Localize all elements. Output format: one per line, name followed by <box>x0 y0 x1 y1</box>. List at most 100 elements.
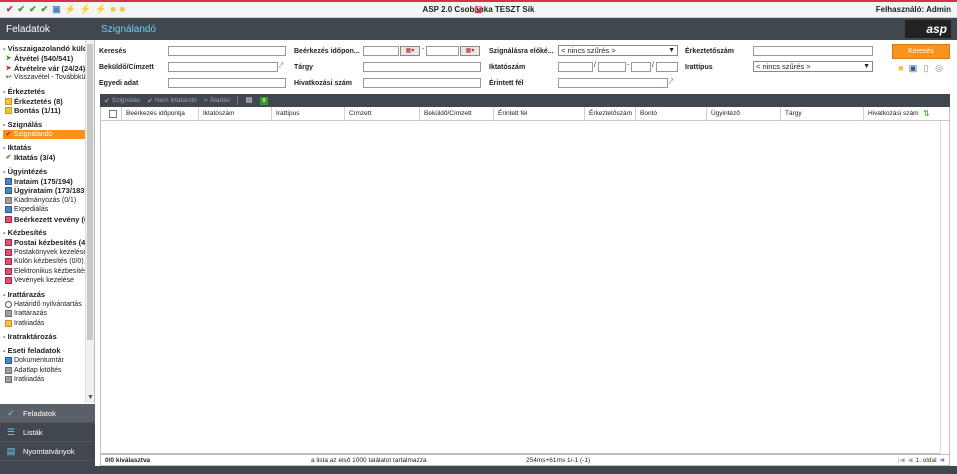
column-header[interactable]: Bontó <box>635 107 706 121</box>
sidebar-group-title[interactable]: - Eseti feladatok <box>3 345 86 356</box>
column-header[interactable]: Érintett fél <box>493 107 584 121</box>
sidebar-item[interactable]: ✔ Iktatás (3/4) <box>3 153 86 163</box>
bekuldo-input[interactable] <box>168 62 278 72</box>
document-icon[interactable]: ▤ <box>245 97 253 105</box>
date-to-input[interactable] <box>426 46 459 56</box>
sidebar-group-title[interactable]: - Iktatás <box>3 142 86 153</box>
sidebar-item[interactable]: Határidő nyilvántartás <box>3 300 86 310</box>
sidebar-group-title[interactable]: - Irattárazás <box>3 289 86 300</box>
bolt-red-icon[interactable]: ⚡ <box>95 5 106 14</box>
sidebar-item-label: Postai kézbesítés (4/4) <box>14 238 86 247</box>
hivatkozasi-input[interactable] <box>363 78 481 88</box>
search-button[interactable]: Keresés <box>892 44 950 59</box>
sidebar-item[interactable]: Érkeztetés (8) <box>3 97 86 107</box>
sidebar-group-title[interactable]: - Visszaigazolandó küldemények <box>3 43 86 54</box>
sidebar-group-title[interactable]: - Érkeztetés <box>3 86 86 97</box>
szignalas-button[interactable]: ✔ Szignálás <box>104 97 140 105</box>
folder-icon[interactable]: ■ <box>110 5 115 14</box>
iktato-part1-input[interactable] <box>558 62 593 72</box>
sidebar-item[interactable]: Postakönyvek kezelése <box>3 248 86 258</box>
scroll-down-icon[interactable]: ▼ <box>87 394 94 401</box>
sidebar-title: Feladatok <box>6 23 50 35</box>
clear-icon[interactable]: ◎ <box>934 63 944 74</box>
picker-icon[interactable]: ⤤ <box>669 77 674 87</box>
next-page-icon[interactable]: ➜ <box>940 456 945 464</box>
sidebar-item[interactable]: Ügyirataim (173/183) <box>3 186 86 196</box>
kereses-input[interactable] <box>168 46 286 56</box>
egyedi-input[interactable] <box>168 78 286 88</box>
erkezteto-input[interactable] <box>753 46 873 56</box>
sidebar-item[interactable]: ✔ Szignálandó <box>3 129 86 139</box>
irattipus-select[interactable]: < nincs szűrés > ▼ <box>753 61 873 72</box>
sidebar-group-title[interactable]: - Ügyintézés <box>3 166 86 177</box>
sidebar-item-label: Irataim (175/194) <box>14 176 73 186</box>
column-header[interactable]: Címzett <box>344 107 419 121</box>
atadas-button[interactable]: » Átadás <box>204 97 230 104</box>
szignalasra-select[interactable]: < nincs szűrés > ▼ <box>558 45 678 56</box>
column-header[interactable]: Tárgy <box>780 107 863 121</box>
document-icon[interactable]: ▣ <box>52 5 61 14</box>
scrollbar-thumb[interactable] <box>87 44 93 340</box>
sidebar-item[interactable]: Vevények kezelése <box>3 276 86 286</box>
check-green-icon[interactable]: ✔ <box>41 5 49 14</box>
save-icon[interactable]: ▣ <box>908 63 918 74</box>
sidebar-item[interactable]: ↩Visszavétel - Továbbküldés <box>3 73 86 83</box>
column-header[interactable]: Iktatószám <box>198 107 271 121</box>
sidebar-item[interactable]: Iratkiadás <box>3 319 86 329</box>
flag-icon[interactable]: ◪ <box>474 4 483 15</box>
refresh-icon[interactable]: ⇅ <box>923 109 930 118</box>
sidebar-item[interactable]: Kiadmányozás (0/1) <box>3 196 86 206</box>
iktato-part4-input[interactable] <box>656 62 678 72</box>
column-header[interactable]: Irattípus <box>271 107 344 121</box>
nav-feladatok[interactable]: ✓ Feladatok <box>0 404 95 423</box>
nav-nyomtatvanyok[interactable]: ▤ Nyomtatványok <box>0 442 95 461</box>
select-all-checkbox[interactable] <box>109 110 117 118</box>
column-header[interactable]: Hivatkozási szám <box>863 107 943 121</box>
iktato-part2-input[interactable] <box>598 62 626 72</box>
sidebar-item[interactable]: Adatlap kitöltés <box>3 366 86 376</box>
bolt-green-icon[interactable]: ⚡ <box>65 5 76 14</box>
sidebar-item[interactable]: ➤ Átvételre vár (24/24) <box>3 64 86 74</box>
grid-header: Beérkezés időpontja Iktatószám Irattípus Cí… <box>101 107 949 121</box>
sidebar-item[interactable]: Beérkezett vevény (0/1) <box>3 215 86 225</box>
document-icon[interactable]: ▯ <box>921 63 931 74</box>
nav-listak[interactable]: ☰ Listák <box>0 423 95 442</box>
sidebar-item[interactable]: Bontás (1/11) <box>3 106 86 116</box>
nem-iktatando-button[interactable]: ✔ Nem iktatandó <box>147 97 197 105</box>
first-page-icon[interactable]: |◀ <box>898 456 905 464</box>
column-header[interactable]: Érkeztetőszám <box>584 107 635 121</box>
sidebar-item[interactable]: Elektronikus kézbesítés <box>3 267 86 277</box>
folder-icon[interactable]: ■ <box>120 5 125 14</box>
sidebar-item[interactable]: Irataim (175/194) <box>3 177 86 187</box>
bolt-blue-icon[interactable]: ⚡ <box>80 5 91 14</box>
picker-icon[interactable]: ⤤ <box>279 61 284 71</box>
targy-input[interactable] <box>363 62 481 72</box>
column-header[interactable]: Ügyintéző <box>706 107 780 121</box>
sidebar-item-label: Iktatás (3/4) <box>14 153 56 162</box>
column-header[interactable]: Beküldő/Címzett <box>419 107 493 121</box>
grid-scrollbar[interactable] <box>940 121 949 454</box>
check-green-icon[interactable]: ✔ <box>29 5 37 14</box>
sidebar-item[interactable]: Iratkiadás <box>3 375 86 385</box>
date-from-input[interactable] <box>363 46 399 56</box>
column-header[interactable]: Beérkezés időpontja <box>121 107 198 121</box>
check-red-icon[interactable]: ✔ <box>6 5 14 14</box>
sidebar-item[interactable]: Expediálás <box>3 205 86 215</box>
sidebar-item[interactable]: Postai kézbesítés (4/4) <box>3 238 86 248</box>
erintett-input[interactable] <box>558 78 668 88</box>
sidebar-item[interactable]: Irattárazás <box>3 309 86 319</box>
prev-page-icon[interactable]: ◀ <box>908 456 913 464</box>
sidebar-scrollbar[interactable]: ▼ <box>85 40 94 403</box>
calendar-icon[interactable]: ▦▾ <box>460 46 480 56</box>
sidebar-item[interactable]: Dokumentumtár <box>3 356 86 366</box>
sidebar-group-title[interactable]: - Iratraktározás <box>3 331 86 342</box>
check-green-icon[interactable]: ✔ <box>18 5 26 14</box>
folder-icon[interactable]: ■ <box>896 63 906 74</box>
sidebar-group-title[interactable]: - Szignálás <box>3 119 86 130</box>
sidebar-group-title[interactable]: - Kézbesítés <box>3 227 86 238</box>
iktato-part3-input[interactable] <box>631 62 651 72</box>
excel-export-icon[interactable]: x <box>260 96 269 105</box>
sidebar-item[interactable]: Külön kézbesítés (0/0) <box>3 257 86 267</box>
sidebar-item[interactable]: ➤ Átvétel (540/541) <box>3 54 86 64</box>
calendar-icon[interactable]: ▦▾ <box>400 46 420 56</box>
